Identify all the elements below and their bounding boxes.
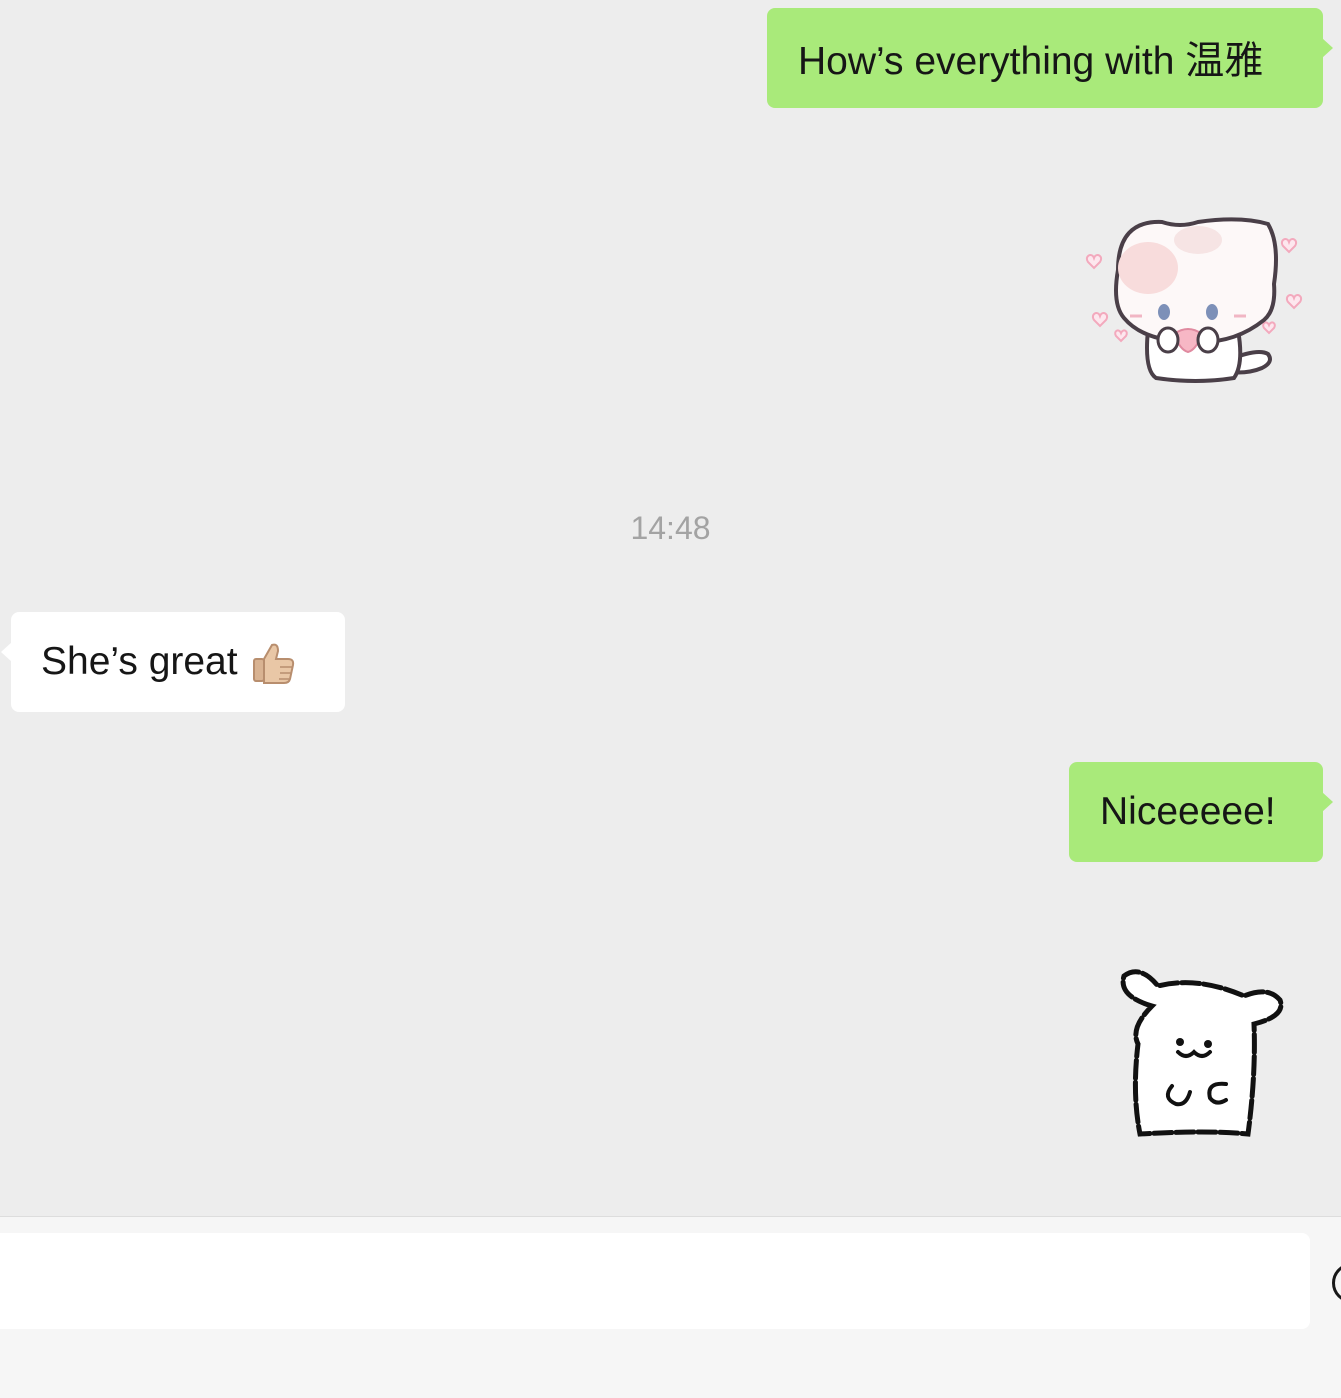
cat-sticker-icon[interactable] [1078, 210, 1312, 390]
outgoing-message-bubble[interactable]: How’s everything with 温雅 [767, 8, 1333, 108]
message-input[interactable] [0, 1233, 1310, 1329]
message-text: How’s everything with 温雅 [798, 40, 1264, 83]
thumbs-up-icon [250, 639, 296, 685]
emoji-button-icon[interactable] [1332, 1263, 1341, 1303]
message-text: She’s great [41, 640, 238, 683]
dog-sticker-icon[interactable] [1112, 966, 1292, 1150]
message-input-bar [0, 1216, 1341, 1398]
incoming-message-bubble[interactable]: She’s great [1, 612, 345, 712]
message-timestamp: 14:48 [630, 510, 711, 546]
message-text: Niceeeee! [1100, 790, 1276, 833]
outgoing-message-bubble[interactable]: Niceeeee! [1069, 762, 1333, 862]
chat-message-list[interactable]: How’s everything with 温雅 14:48 She’s gre… [0, 0, 1341, 1216]
